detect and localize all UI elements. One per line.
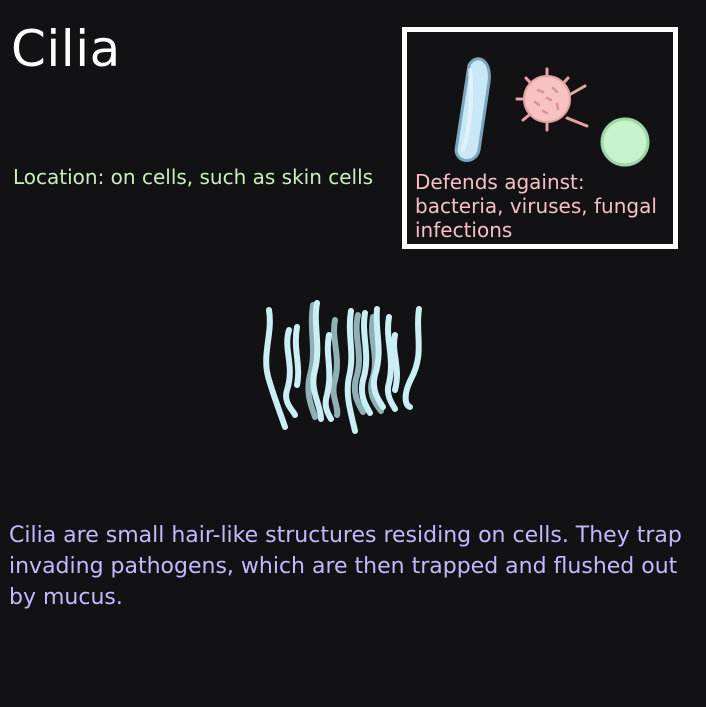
virus-icon bbox=[515, 67, 589, 132]
bacterium-icon bbox=[454, 57, 491, 162]
fungal-spore-icon bbox=[600, 117, 650, 167]
cilia-description: Cilia are small hair-like structures res… bbox=[9, 523, 682, 610]
page-title: Cilia bbox=[11, 20, 121, 78]
defends-against-panel: Defends against: bacteria, viruses, fung… bbox=[402, 27, 678, 249]
defends-against-text: Defends against: bacteria, viruses, fung… bbox=[415, 170, 657, 242]
cilia-illustration bbox=[263, 300, 422, 434]
location-text: Location: on cells, such as skin cells bbox=[13, 165, 374, 189]
